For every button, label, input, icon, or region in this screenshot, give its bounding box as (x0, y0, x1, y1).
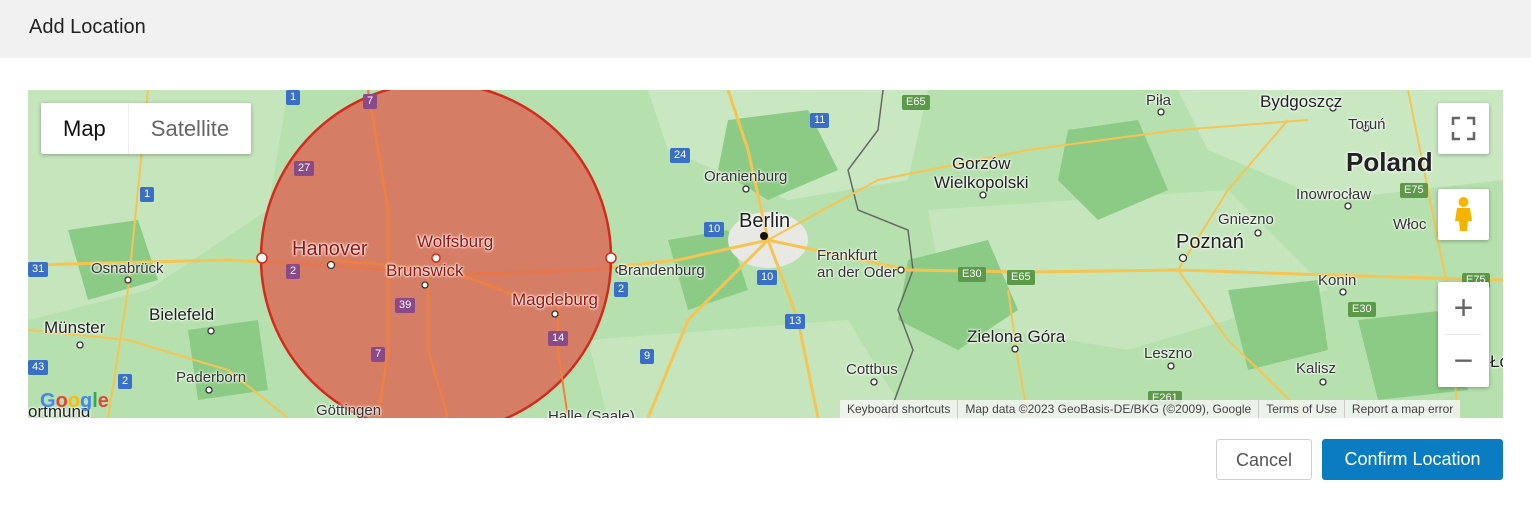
road-shield: 24 (670, 148, 691, 163)
road-shield: E65 (902, 95, 930, 110)
road-shield: 2 (614, 282, 629, 297)
dialog-header: Add Location (0, 0, 1531, 58)
city-label: Piła (1146, 92, 1172, 109)
road-shield: 7 (363, 94, 378, 109)
city-label: Berlin (739, 210, 791, 232)
radius-handle-right (605, 252, 617, 264)
report-map-error-link[interactable]: Report a map error (1345, 400, 1460, 418)
confirm-location-button[interactable]: Confirm Location (1322, 439, 1503, 480)
road-shield: 11 (810, 113, 830, 128)
city-label: Toruń (1348, 116, 1386, 133)
road-shield: 7 (371, 347, 386, 362)
map-type-toggle[interactable]: Map Satellite (41, 103, 252, 154)
road-shield: 14 (548, 331, 569, 346)
google-logo: Google (40, 390, 109, 412)
city-label: Oranienburg (704, 168, 788, 185)
city-label: Göttingen (316, 402, 382, 418)
city-label: Halle (Saale) (548, 408, 635, 418)
city-label: Zielona Góra (967, 327, 1066, 346)
road-shield: E30 (958, 267, 986, 282)
road-shield: 31 (28, 262, 49, 277)
country-label: Poland (1346, 147, 1433, 177)
road-shield: E75 (1400, 183, 1428, 198)
zoom-controls: + − (1438, 282, 1489, 387)
road-shield: 13 (785, 314, 806, 329)
map-data-text: Map data ©2023 GeoBasis-DE/BKG (©2009), … (958, 400, 1260, 418)
city-label: Bielefeld (149, 305, 215, 324)
city-label: Konin (1318, 272, 1357, 289)
map-type-satellite-button[interactable]: Satellite (127, 103, 251, 154)
fullscreen-icon (1451, 116, 1476, 141)
city-label: Magdeburg (512, 290, 599, 309)
road-shield: 9 (640, 349, 655, 364)
city-label: Hanover (292, 238, 368, 260)
city-label: Łó (1490, 352, 1503, 371)
city-label: Włoc (1393, 216, 1427, 233)
road-shield: E65 (1007, 270, 1035, 285)
city-label: Münster (44, 318, 106, 337)
road-shield: 10 (704, 222, 725, 237)
zoom-in-button[interactable]: + (1438, 282, 1489, 334)
city-label: Poznań (1176, 231, 1244, 253)
city-label: Frankfurt an der Oder (817, 247, 898, 281)
road-shield: 2 (286, 264, 301, 279)
fullscreen-button[interactable] (1438, 103, 1489, 154)
keyboard-shortcuts-link[interactable]: Keyboard shortcuts (840, 400, 959, 418)
city-label: Bydgoszcz (1260, 92, 1343, 111)
city-label: Osnabrück (91, 260, 164, 277)
road-shield: 43 (28, 360, 49, 375)
radius-handle-left (256, 252, 268, 264)
city-label: Gniezno (1218, 211, 1274, 228)
city-label: Brunswick (386, 261, 464, 280)
city-label: Inowrocław (1296, 186, 1372, 203)
city-label: Paderborn (176, 369, 247, 386)
zoom-out-button[interactable]: − (1438, 335, 1489, 387)
road-shield: 10 (757, 270, 778, 285)
cancel-button[interactable]: Cancel (1216, 439, 1312, 480)
road-shield: 39 (395, 298, 416, 313)
road-shield: 1 (140, 187, 155, 202)
map-type-map-button[interactable]: Map (41, 103, 128, 154)
road-shield: E30 (1348, 302, 1376, 317)
city-label: Wolfsburg (417, 232, 494, 251)
city-label: Kalisz (1296, 360, 1337, 377)
road-shield: 1 (286, 90, 301, 105)
terms-of-use-link[interactable]: Terms of Use (1259, 400, 1345, 418)
street-view-pegman-button[interactable] (1438, 189, 1489, 240)
city-label: Gorzów Wielkopolski (934, 154, 1029, 192)
city-label: Cottbus (846, 361, 898, 378)
road-shield: 2 (118, 374, 133, 389)
pegman-icon (1455, 197, 1472, 231)
city-label: Leszno (1144, 345, 1193, 362)
map-canvas[interactable]: Hanover Wolfsburg Brunswick Magdeburg Be… (28, 90, 1503, 418)
map-attribution: Keyboard shortcuts Map data ©2023 GeoBas… (840, 400, 1461, 418)
dialog-title: Add Location (29, 16, 146, 38)
road-shield: 27 (294, 161, 315, 176)
city-label: Brandenburg (618, 262, 705, 279)
